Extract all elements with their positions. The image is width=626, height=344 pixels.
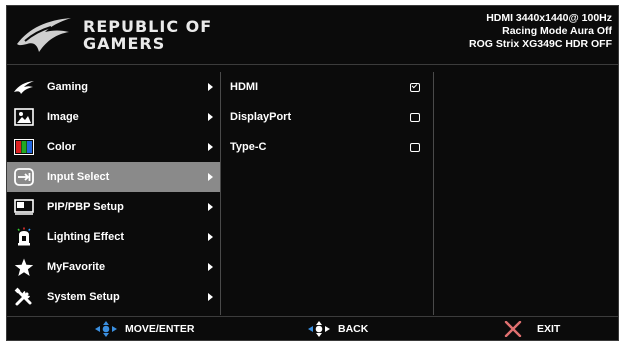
chevron-right-icon <box>208 143 213 151</box>
menu-item-label: Gaming <box>47 81 88 93</box>
star-icon <box>13 256 35 278</box>
brand-line-2: GAMERS <box>83 34 166 53</box>
submenu-item-hdmi[interactable]: HDMI <box>222 72 433 102</box>
menu-item-label: System Setup <box>47 291 120 303</box>
chevron-right-icon <box>208 263 213 271</box>
menu-item-image[interactable]: Image <box>7 102 220 132</box>
osd-footer: MOVE/ENTER BACK EXIT <box>7 316 618 341</box>
chevron-right-icon <box>208 173 213 181</box>
input-select-icon <box>13 166 35 188</box>
menu-item-color[interactable]: Color <box>7 132 220 162</box>
status-model: ROG Strix XG349C HDR OFF <box>469 38 612 50</box>
status-mode: Racing Mode Aura Off <box>502 25 612 37</box>
submenu-item-displayport[interactable]: DisplayPort <box>222 102 433 132</box>
menu-item-label: Input Select <box>47 171 110 183</box>
pip-pbp-icon <box>13 196 35 218</box>
menu-item-gaming[interactable]: Gaming <box>7 72 220 102</box>
move-enter-label: MOVE/ENTER <box>125 323 195 335</box>
joystick-back-icon <box>308 321 330 337</box>
status-panel: HDMI 3440x1440@ 100Hz Racing Mode Aura O… <box>469 12 612 51</box>
chevron-right-icon <box>208 113 213 121</box>
close-icon <box>504 321 522 337</box>
image-icon <box>13 106 35 128</box>
menu-item-label: Color <box>47 141 76 153</box>
checked-radio-icon[interactable] <box>410 82 420 92</box>
exit-hint: EXIT <box>503 317 560 341</box>
color-icon <box>13 136 35 158</box>
unchecked-radio-icon[interactable] <box>410 142 420 152</box>
lighting-effect-icon <box>13 226 35 248</box>
main-menu: Gaming Image Color Input Select PIP/PBP … <box>7 72 220 315</box>
submenu-item-label: HDMI <box>230 81 259 93</box>
gaming-icon <box>13 76 35 98</box>
submenu-divider <box>433 72 434 315</box>
brand-line-1: REPUBLIC OF <box>83 17 213 36</box>
osd-header: REPUBLIC OF GAMERS HDMI 3440x1440@ 100Hz… <box>7 6 618 65</box>
status-signal: HDMI 3440x1440@ 100Hz <box>486 12 612 24</box>
menu-item-input-select[interactable]: Input Select <box>7 162 220 192</box>
submenu-item-type-c[interactable]: Type-C <box>222 132 433 162</box>
joystick-icon <box>95 321 117 337</box>
chevron-right-icon <box>208 83 213 91</box>
menu-item-system-setup[interactable]: System Setup <box>7 282 220 312</box>
chevron-right-icon <box>208 233 213 241</box>
menu-item-myfavorite[interactable]: MyFavorite <box>7 252 220 282</box>
menu-item-label: PIP/PBP Setup <box>47 201 124 213</box>
submenu-item-label: DisplayPort <box>230 111 292 123</box>
menu-item-label: Lighting Effect <box>47 231 124 243</box>
menu-item-label: MyFavorite <box>47 261 106 273</box>
menu-divider <box>220 72 221 315</box>
rog-logo-icon <box>17 18 71 52</box>
back-hint: BACK <box>306 317 368 341</box>
move-enter-hint: MOVE/ENTER <box>93 317 194 341</box>
osd-menu: REPUBLIC OF GAMERS HDMI 3440x1440@ 100Hz… <box>6 5 619 341</box>
exit-label: EXIT <box>537 323 561 335</box>
menu-item-lighting-effect[interactable]: Lighting Effect <box>7 222 220 252</box>
menu-item-label: Image <box>47 111 79 123</box>
menu-item-pip-pbp-setup[interactable]: PIP/PBP Setup <box>7 192 220 222</box>
input-select-submenu: HDMI DisplayPort Type-C <box>222 72 433 315</box>
back-label: BACK <box>338 323 369 335</box>
submenu-item-label: Type-C <box>230 141 267 153</box>
chevron-right-icon <box>208 293 213 301</box>
chevron-right-icon <box>208 203 213 211</box>
unchecked-radio-icon[interactable] <box>410 112 420 122</box>
system-setup-icon <box>13 286 35 308</box>
brand-name: REPUBLIC OF GAMERS <box>83 18 212 52</box>
